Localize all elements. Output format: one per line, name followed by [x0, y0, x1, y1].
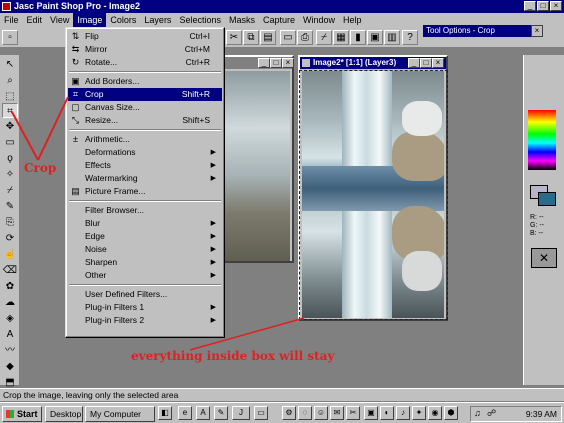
taskbar-my-computer[interactable]: My Computer — [85, 406, 155, 422]
clock[interactable]: 9:39 AM — [526, 407, 557, 421]
crop-tool-arrow — [11, 111, 39, 161]
tray-app-icon-5[interactable]: ✂ — [346, 406, 360, 420]
tray-app-icon-7[interactable]: ◐ — [380, 406, 394, 420]
tray-app-icon-3[interactable]: ☺ — [314, 406, 328, 420]
crop-menu-arrow — [37, 96, 69, 161]
folder-icon[interactable]: ▭ — [254, 406, 268, 420]
font-icon[interactable]: A — [196, 406, 210, 420]
start-button[interactable]: Start — [2, 406, 42, 422]
tray-app-icon-1[interactable]: ⚙ — [282, 406, 296, 420]
tray-app-icon-4[interactable]: ✉ — [330, 406, 344, 420]
tray-app-icon-11[interactable]: ⬢ — [444, 406, 458, 420]
status-text: Crop the image, leaving only the selecte… — [3, 390, 179, 400]
tray-app-icon-10[interactable]: ◉ — [428, 406, 442, 420]
taskbar-desktop[interactable]: Desktop — [45, 406, 83, 422]
network-icon[interactable]: ☍ — [487, 408, 496, 419]
quicklaunch-icon[interactable]: ◧ — [158, 406, 172, 420]
ie-icon[interactable]: e — [178, 406, 192, 420]
volume-icon[interactable]: ♫ — [474, 408, 481, 418]
tray-app-icon-2[interactable]: ◌ — [298, 406, 312, 420]
paint-icon[interactable]: ✎ — [214, 406, 228, 420]
box-note-arrow — [189, 317, 305, 351]
status-bar: Crop the image, leaving only the selecte… — [0, 388, 564, 401]
tray-app-icon-8[interactable]: ♪ — [396, 406, 410, 420]
taskbar: Start Desktop My Computer ◧ e A ✎ J ▭ ⚙ … — [0, 402, 564, 423]
windows-logo-icon — [6, 410, 14, 418]
tray-app-icon-9[interactable]: ✦ — [412, 406, 426, 420]
psp-taskbar-icon[interactable]: J — [232, 406, 250, 420]
crop-annotation-label: Crop — [24, 161, 57, 175]
box-note-annotation: everything inside box will stay — [131, 349, 335, 363]
tray-app-icon-6[interactable]: ▣ — [364, 406, 378, 420]
system-tray: ♫ ☍ 9:39 AM — [470, 406, 562, 422]
start-label: Start — [17, 409, 38, 419]
